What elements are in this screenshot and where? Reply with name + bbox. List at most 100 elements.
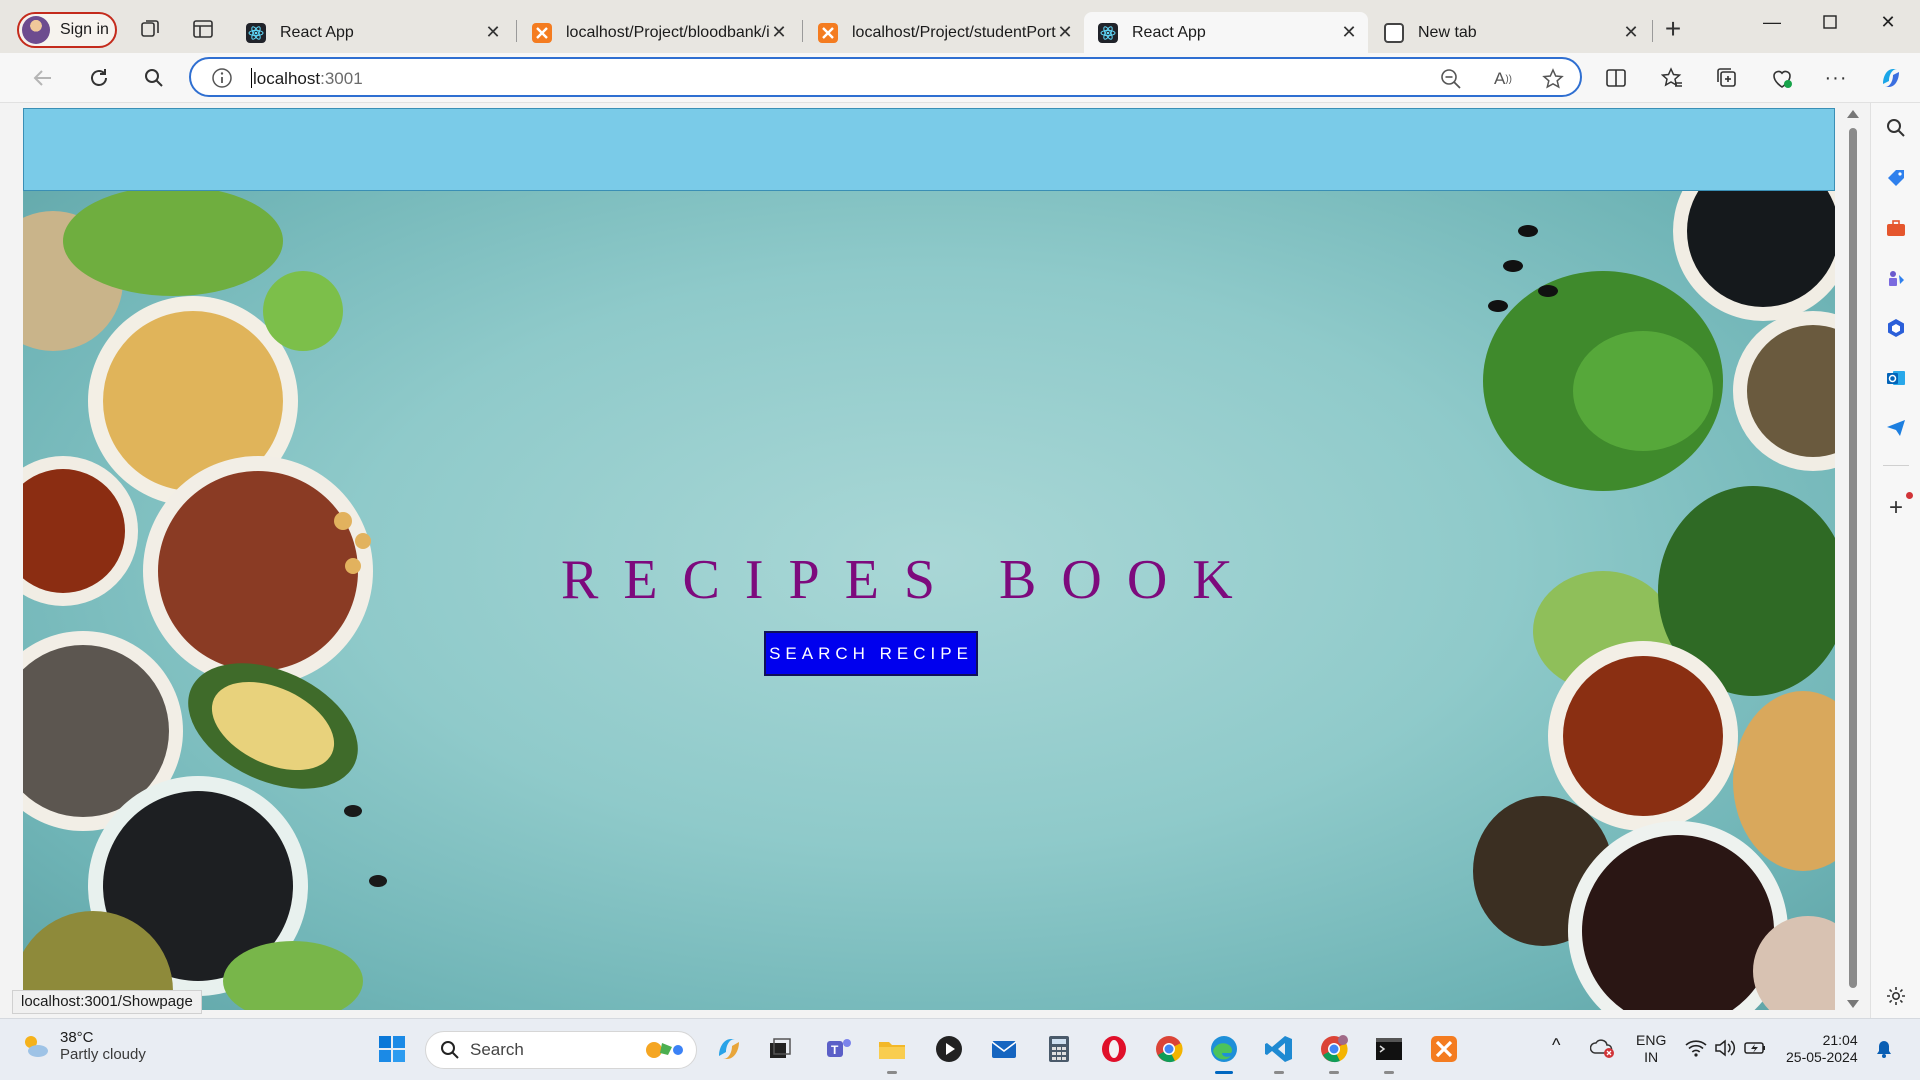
sidebar-divider xyxy=(1883,465,1909,466)
avatar xyxy=(22,16,50,44)
browser-tab-strip: Sign in React App ✕ localhost/Project/bl… xyxy=(0,0,1920,53)
maximize-icon[interactable] xyxy=(1800,0,1860,44)
language-indicator[interactable]: ENG IN xyxy=(1636,1032,1666,1066)
react-icon xyxy=(246,22,266,43)
favorites-icon[interactable] xyxy=(1659,65,1685,91)
address-bar[interactable]: localhost:3001 A)) xyxy=(189,57,1582,97)
back-icon[interactable] xyxy=(30,65,56,91)
window-close-icon[interactable]: ✕ xyxy=(1858,0,1918,44)
browser-toolbar: localhost:3001 A)) ··· xyxy=(0,53,1920,103)
mail-icon[interactable] xyxy=(987,1032,1021,1066)
file-explorer-icon[interactable] xyxy=(875,1032,909,1074)
search-icon[interactable] xyxy=(1883,115,1909,141)
copilot-icon[interactable] xyxy=(1876,63,1906,93)
tab-react-app-1[interactable]: React App ✕ xyxy=(232,12,512,53)
react-icon xyxy=(1098,22,1118,43)
tab-title: React App xyxy=(280,23,354,41)
language-code: ENG xyxy=(1636,1032,1667,1048)
windows-taskbar: 38°C Partly cloudy Search T ^ ENG IN 21:… xyxy=(0,1018,1920,1080)
hero-section: RECIPES BOOK SEARCH RECIPE xyxy=(23,191,1835,1010)
chrome-profile-icon[interactable] xyxy=(1317,1032,1351,1074)
media-player-icon[interactable] xyxy=(932,1032,966,1066)
opera-icon[interactable] xyxy=(1097,1032,1131,1066)
close-icon[interactable]: ✕ xyxy=(770,22,788,43)
weather-widget[interactable]: 38°C Partly cloudy xyxy=(20,1029,146,1063)
split-screen-icon[interactable] xyxy=(1603,65,1629,91)
close-icon[interactable]: ✕ xyxy=(1056,22,1074,43)
url-port: :3001 xyxy=(320,69,363,88)
teams-icon[interactable]: T xyxy=(822,1032,856,1066)
games-icon[interactable] xyxy=(1883,265,1909,291)
tab-react-app-active[interactable]: React App ✕ xyxy=(1084,12,1368,53)
xampp-icon xyxy=(532,22,552,43)
calculator-icon[interactable] xyxy=(1042,1032,1076,1066)
more-options-icon[interactable]: ··· xyxy=(1823,65,1849,91)
notification-bell-icon[interactable] xyxy=(1874,1039,1894,1063)
windows-start-icon[interactable] xyxy=(375,1032,409,1066)
vertical-tabs-icon[interactable] xyxy=(190,16,216,42)
xampp-icon[interactable] xyxy=(1427,1032,1461,1066)
xampp-icon xyxy=(818,22,838,43)
tab-new-tab[interactable]: New tab ✕ xyxy=(1370,12,1650,53)
tab-divider xyxy=(802,20,803,42)
clock-date: 25-05-2024 xyxy=(1786,1049,1858,1065)
page-scrollbar[interactable] xyxy=(1843,108,1863,1010)
close-icon[interactable]: ✕ xyxy=(1340,22,1358,43)
tab-title: New tab xyxy=(1418,23,1477,41)
notification-dot-icon xyxy=(1906,492,1913,499)
collections-icon[interactable] xyxy=(1714,65,1740,91)
page-viewport: RECIPES BOOK SEARCH RECIPE xyxy=(23,108,1835,1010)
battery-charging-icon[interactable] xyxy=(1743,1039,1767,1061)
close-icon[interactable]: ✕ xyxy=(484,22,502,43)
task-view-icon[interactable] xyxy=(763,1032,797,1066)
shopping-tag-icon[interactable] xyxy=(1883,165,1909,191)
url-text[interactable]: localhost:3001 xyxy=(251,68,363,89)
clock[interactable]: 21:04 25-05-2024 xyxy=(1786,1032,1858,1066)
edge-browser-icon[interactable] xyxy=(1207,1032,1241,1074)
search-recipe-button[interactable]: SEARCH RECIPE xyxy=(764,631,978,676)
wifi-icon[interactable] xyxy=(1685,1039,1707,1061)
tab-divider xyxy=(516,20,517,42)
scrollbar-thumb[interactable] xyxy=(1849,128,1857,988)
clock-time: 21:04 xyxy=(1822,1032,1858,1048)
microsoft-365-icon[interactable] xyxy=(1883,315,1909,341)
vscode-icon[interactable] xyxy=(1262,1032,1296,1074)
page-title: RECIPES BOOK xyxy=(561,549,1258,611)
browser-essentials-icon[interactable] xyxy=(1769,65,1795,91)
settings-gear-icon[interactable] xyxy=(1883,983,1909,1009)
send-icon[interactable] xyxy=(1883,415,1909,441)
minimize-icon[interactable]: — xyxy=(1742,0,1802,44)
profile-signin-button[interactable]: Sign in xyxy=(17,12,117,48)
site-info-icon[interactable] xyxy=(211,67,233,94)
volume-icon[interactable] xyxy=(1714,1039,1736,1061)
tools-briefcase-icon[interactable] xyxy=(1883,215,1909,241)
scroll-up-icon[interactable] xyxy=(1847,110,1859,118)
search-icon[interactable] xyxy=(141,65,167,91)
chrome-icon[interactable] xyxy=(1152,1032,1186,1066)
status-bar-link: localhost:3001/Showpage xyxy=(12,990,202,1014)
tab-student-portal[interactable]: localhost/Project/studentPorta ✕ xyxy=(804,12,1084,53)
favorite-star-icon[interactable] xyxy=(1541,67,1565,91)
scroll-down-icon[interactable] xyxy=(1847,1000,1859,1008)
weather-temperature: 38°C xyxy=(60,1029,94,1046)
close-icon[interactable]: ✕ xyxy=(1622,22,1640,43)
workspaces-icon[interactable] xyxy=(137,16,163,42)
zoom-out-icon[interactable] xyxy=(1439,67,1463,91)
add-icon[interactable]: + xyxy=(1883,494,1909,521)
chevron-up-icon[interactable]: ^ xyxy=(1552,1036,1560,1054)
new-tab-plus-icon[interactable]: + xyxy=(1660,13,1686,44)
tab-divider xyxy=(1652,20,1653,42)
tab-title: React App xyxy=(1132,23,1206,41)
terminal-icon[interactable] xyxy=(1372,1032,1406,1074)
onedrive-error-icon[interactable] xyxy=(1589,1037,1616,1063)
read-aloud-icon[interactable]: A)) xyxy=(1491,67,1515,91)
partly-cloudy-icon xyxy=(25,1036,48,1057)
edge-sidebar: + xyxy=(1870,103,1920,1018)
refresh-icon[interactable] xyxy=(86,65,112,91)
outlook-icon[interactable] xyxy=(1883,365,1909,391)
signin-label: Sign in xyxy=(60,21,109,38)
search-icon xyxy=(441,1041,459,1059)
tab-bloodbank[interactable]: localhost/Project/bloodbank/in ✕ xyxy=(518,12,798,53)
taskbar-search-box[interactable]: Search xyxy=(425,1031,697,1069)
copilot-preview-icon[interactable] xyxy=(712,1032,746,1066)
